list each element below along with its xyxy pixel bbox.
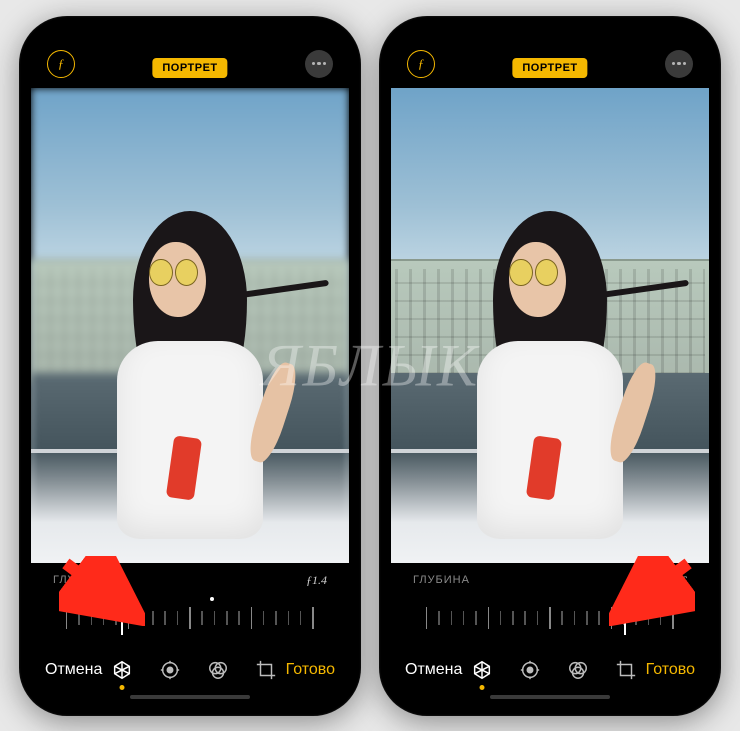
more-button[interactable] bbox=[665, 50, 693, 78]
toolbar-icons bbox=[111, 659, 277, 681]
device-notch bbox=[115, 28, 265, 54]
adjust-icon[interactable] bbox=[159, 659, 181, 681]
home-indicator[interactable] bbox=[490, 695, 610, 699]
home-indicator[interactable] bbox=[130, 695, 250, 699]
filters-icon[interactable] bbox=[567, 659, 589, 681]
slider-ticks bbox=[426, 601, 674, 635]
mode-badge[interactable]: ПОРТРЕТ bbox=[512, 58, 587, 78]
done-button[interactable]: Готово bbox=[286, 661, 335, 679]
depth-slider-area bbox=[391, 590, 709, 646]
done-button[interactable]: Готово bbox=[646, 661, 695, 679]
device-notch bbox=[475, 28, 625, 54]
depth-readout-row: ГЛУБИНА ƒ1.4 bbox=[31, 563, 349, 590]
active-indicator-dot bbox=[480, 685, 485, 690]
aperture-button[interactable]: ƒ bbox=[407, 50, 435, 78]
active-indicator-dot bbox=[120, 685, 125, 690]
portrait-lighting-icon[interactable] bbox=[471, 659, 493, 681]
portrait-lighting-icon[interactable] bbox=[111, 659, 133, 681]
depth-readout-row: ГЛУБИНА ƒ16 bbox=[391, 563, 709, 590]
screen: ƒ ПОРТРЕТ ГЛУБ bbox=[31, 28, 349, 704]
depth-slider[interactable] bbox=[426, 601, 674, 635]
filters-icon[interactable] bbox=[207, 659, 229, 681]
phone-mockup-right: ƒ ПОРТРЕТ ГЛУБ bbox=[379, 16, 721, 716]
crop-icon[interactable] bbox=[255, 659, 277, 681]
adjust-icon[interactable] bbox=[519, 659, 541, 681]
depth-slider[interactable] bbox=[66, 601, 314, 635]
mode-badge[interactable]: ПОРТРЕТ bbox=[152, 58, 227, 78]
photo-preview[interactable] bbox=[31, 88, 349, 563]
more-button[interactable] bbox=[305, 50, 333, 78]
photo-content bbox=[391, 88, 709, 563]
photo-preview[interactable] bbox=[391, 88, 709, 563]
depth-slider-area bbox=[31, 590, 349, 646]
phone-mockup-left: ƒ ПОРТРЕТ ГЛУБ bbox=[19, 16, 361, 716]
slider-default-marker bbox=[210, 597, 214, 601]
toolbar-icons bbox=[471, 659, 637, 681]
depth-label: ГЛУБИНА bbox=[413, 574, 470, 586]
screen: ƒ ПОРТРЕТ ГЛУБ bbox=[391, 28, 709, 704]
depth-label: ГЛУБИНА bbox=[53, 574, 110, 586]
slider-indicator bbox=[121, 601, 123, 635]
slider-indicator bbox=[624, 601, 626, 635]
crop-icon[interactable] bbox=[615, 659, 637, 681]
depth-value: ƒ16 bbox=[669, 573, 687, 588]
photo-content bbox=[31, 88, 349, 563]
slider-ticks bbox=[66, 601, 314, 635]
aperture-button[interactable]: ƒ bbox=[47, 50, 75, 78]
depth-value: ƒ1.4 bbox=[306, 573, 327, 588]
cancel-button[interactable]: Отмена bbox=[405, 661, 462, 679]
cancel-button[interactable]: Отмена bbox=[45, 661, 102, 679]
